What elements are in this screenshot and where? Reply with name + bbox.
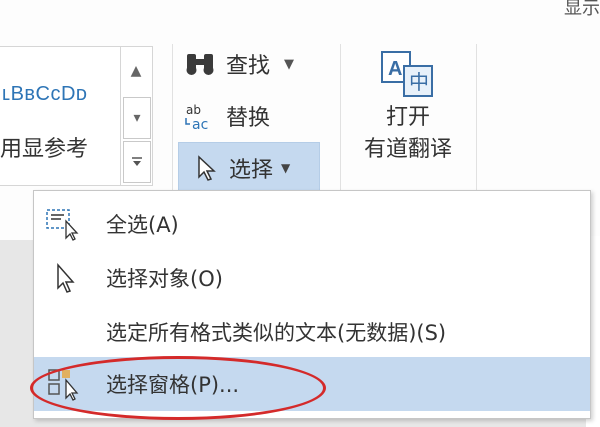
- find-label: 查找: [226, 54, 271, 79]
- select-all-icon: [44, 206, 84, 242]
- chevron-down-icon: ▼: [281, 161, 291, 175]
- top-partial-label: 显示: [564, 0, 600, 19]
- svg-text:中: 中: [409, 70, 429, 94]
- menu-item-label: 选定所有格式类似的文本(无数据)(S): [106, 321, 447, 345]
- svg-text:ac: ac: [192, 117, 208, 132]
- gallery-scroll: ▲ ▾: [120, 47, 151, 185]
- select-label: 选择: [229, 158, 274, 183]
- menu-item-select-similar-formatting[interactable]: 选定所有格式类似的文本(无数据)(S): [34, 305, 590, 359]
- translate-icon: A 中: [378, 48, 438, 102]
- svg-text:A: A: [388, 58, 402, 80]
- menu-item-label: 选择对象(O): [106, 267, 223, 291]
- replace-icon: ab ac: [184, 102, 216, 133]
- select-dropdown-menu: 全选(A) 选择对象(O) 选定所有格式类似的文本(无数据)(S) 选择窗格(P…: [33, 190, 591, 419]
- gallery-up-icon[interactable]: ▲: [123, 51, 149, 91]
- cursor-arrow-icon: [193, 154, 221, 182]
- svg-text:ab: ab: [186, 103, 201, 117]
- replace-label: 替换: [226, 106, 271, 131]
- translate-label-line2: 有道翻译: [363, 137, 452, 162]
- style-sample: ʟBʙCᴄDᴅ: [2, 83, 88, 105]
- binoculars-icon: [184, 50, 216, 78]
- gallery-more-icon[interactable]: [123, 141, 151, 183]
- style-name: 用显参考: [0, 137, 89, 162]
- youdao-translate-button[interactable]: A 中 打开 有道翻译: [352, 48, 464, 166]
- gallery-down-icon[interactable]: ▾: [123, 97, 151, 139]
- styles-gallery[interactable]: ʟBʙCᴄDᴅ 用显参考 ▲ ▾: [0, 46, 153, 186]
- translate-label-line1: 打开: [385, 105, 430, 130]
- select-objects-icon: [44, 260, 84, 296]
- selection-pane-icon: [44, 366, 84, 402]
- menu-item-select-objects[interactable]: 选择对象(O): [34, 251, 590, 305]
- find-button[interactable]: 查找 ▼: [184, 44, 294, 84]
- menu-item-selection-pane[interactable]: 选择窗格(P)...: [34, 357, 590, 411]
- menu-item-select-all[interactable]: 全选(A): [34, 197, 590, 251]
- chevron-down-icon: ▼: [284, 56, 295, 72]
- menu-item-label: 全选(A): [106, 213, 179, 237]
- replace-button[interactable]: ab ac 替换: [184, 96, 270, 136]
- select-button[interactable]: 选择 ▼: [178, 142, 320, 194]
- menu-item-label: 选择窗格(P)...: [106, 373, 240, 397]
